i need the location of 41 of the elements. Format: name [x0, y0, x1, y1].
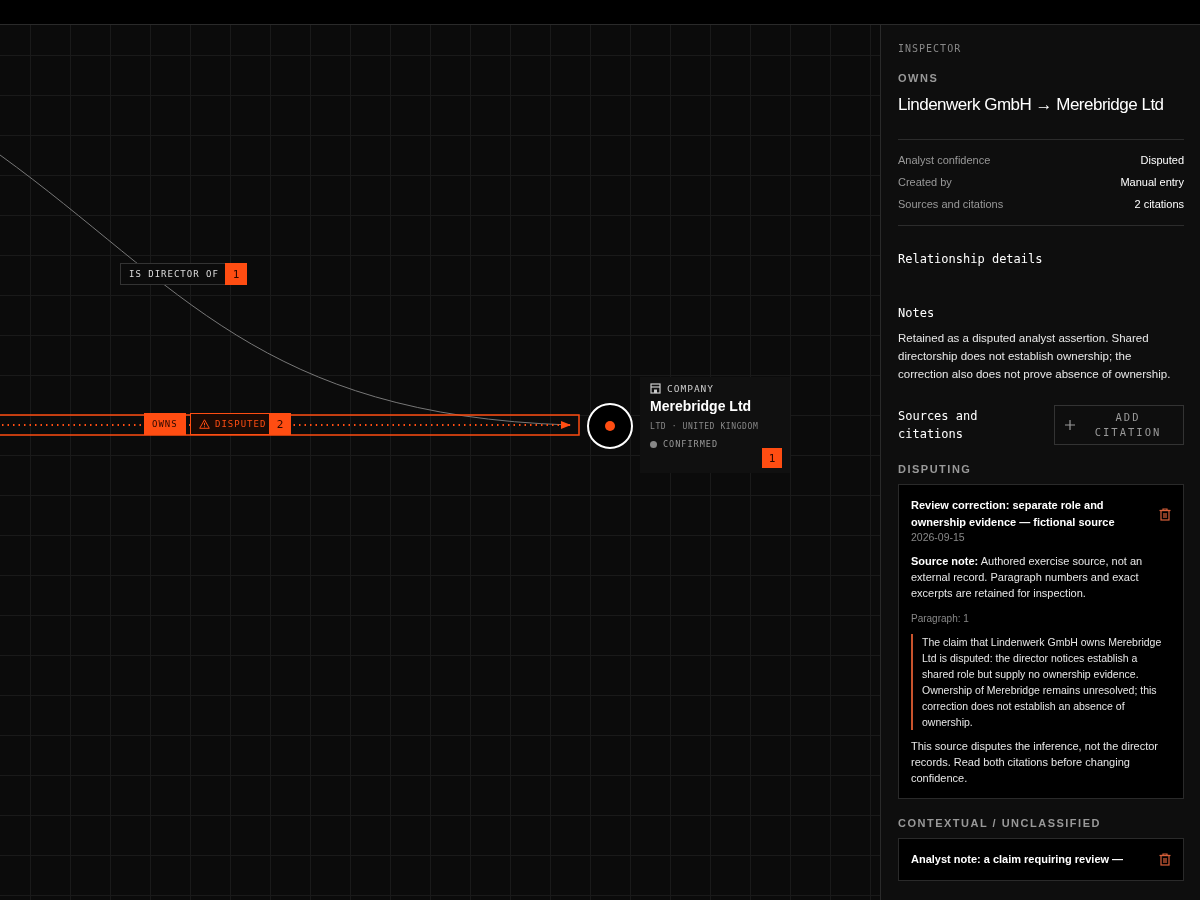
warning-icon — [199, 419, 210, 429]
property-value: Manual entry — [1120, 176, 1184, 188]
node-status: CONFIRMED — [663, 439, 719, 449]
property-label: Analyst confidence — [898, 154, 991, 166]
property-value: 2 citations — [1134, 198, 1184, 210]
edge-label[interactable]: OWNS — [144, 413, 186, 435]
citation-count: 1 — [225, 263, 247, 285]
citation-count: 2 — [269, 413, 291, 435]
citation-title: Review correction: separate role and ownership evidence — fictional source — [911, 498, 1116, 530]
add-citation-button[interactable]: ADD CITATION — [1054, 405, 1184, 445]
property-label: Created by — [898, 176, 952, 188]
node-name: Merebridge Ltd — [650, 398, 753, 414]
citation-date: 2026-09-15 — [911, 531, 966, 543]
property-value: Disputed — [1140, 154, 1184, 166]
paragraph-number: Paragraph: 1 — [911, 613, 970, 624]
relation-type: OWNS — [898, 72, 940, 84]
notes-text: Retained as a disputed analyst assertion. Shared directorship does not establish ownership; the correction also does not prove absence of ownership. — [898, 331, 1172, 382]
node-subtitle: LTD · UNITED KINGDOM — [650, 422, 760, 431]
delete-icon[interactable] — [1159, 507, 1171, 521]
section-heading: Relationship details — [898, 252, 1044, 266]
panel-label: INSPECTOR — [898, 43, 963, 54]
citation-comment: This source disputes the inference, not the director records. Read both citations before changing confidence. — [911, 739, 1160, 786]
group-label: CONTEXTUAL / UNCLASSIFIED — [898, 817, 1102, 829]
company-node[interactable] — [587, 403, 633, 449]
delete-icon[interactable] — [1159, 853, 1171, 866]
citation-count: 1 — [762, 448, 782, 468]
edge-arrow[interactable] — [0, 414, 580, 436]
citation-title: Analyst note: a claim requiring review — — [911, 852, 1124, 867]
status-text: DISPUTED — [215, 419, 267, 429]
section-heading: Sources and citations — [898, 408, 979, 443]
group-label: DISPUTING — [898, 463, 973, 475]
edge-label[interactable]: IS DIRECTOR OF — [120, 263, 228, 285]
section-heading: Notes — [898, 306, 936, 320]
citation-quote: The claim that Lindenwerk GmbH owns Merebridge Ltd is disputed: the director notices establish a shared role but supply no ownership evidence. Ownership of Merebridge remains unresolved; this correction does not establish an absence of ownership. — [911, 634, 1171, 730]
relationship-title: Lindenwerk GmbH → Merebridge Ltd — [898, 95, 1165, 115]
building-icon — [650, 383, 661, 394]
property-label: Sources and citations — [898, 198, 1004, 210]
source-note: Source note: Authored exercise source, not an external record. Paragraph numbers and exact excerpts are retained for inspection. — [911, 554, 1144, 601]
node-type: COMPANY — [667, 383, 715, 394]
plus-icon — [1065, 420, 1075, 430]
status-dot — [650, 440, 657, 448]
